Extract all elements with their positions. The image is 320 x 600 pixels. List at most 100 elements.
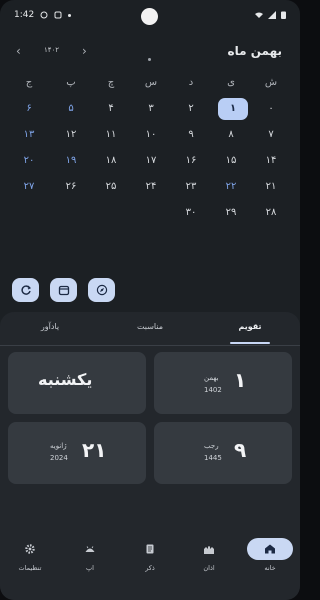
tab-occasions[interactable]: مناسبت [100, 312, 200, 344]
nav-zekr-pill [127, 538, 173, 560]
nav-home[interactable]: خانه [242, 538, 298, 588]
nav-settings-pill [7, 538, 53, 560]
weekday-label: د [188, 77, 194, 88]
refresh-button[interactable] [12, 278, 39, 302]
calendar-day[interactable]: ۲۹ [216, 202, 246, 224]
calendar-day[interactable]: ۷ [256, 124, 286, 146]
calendar-week-row: ۱۳ ۱۲ ۱۱ ۱۰ ۹ ۸ ۷ [10, 124, 290, 146]
jalali-date-card[interactable]: ۱ بهمن 1402 [154, 352, 292, 414]
calendar-week-row: ۲۷ ۲۶ ۲۵ ۲۴ ۲۳ ۲۲ ۲۱ [10, 176, 290, 198]
calendar-day[interactable]: ۲ [176, 98, 206, 120]
calendar-day[interactable]: ۲۳ [176, 176, 206, 198]
calendar-week-row: ۳۰ ۲۹ ۲۸ [10, 202, 290, 224]
calendar-day[interactable]: ۲۰ [14, 150, 44, 172]
calendar-day[interactable]: ۱۴ [256, 150, 286, 172]
calendar-day[interactable]: ۲۸ [256, 202, 286, 224]
notification-icon [40, 11, 48, 19]
nav-zekr[interactable]: ذکر [122, 538, 178, 588]
year-selector[interactable]: ۱۴۰۲ [44, 46, 59, 54]
mosque-icon [204, 546, 214, 554]
calendar-day[interactable]: ۲۷ [14, 176, 44, 198]
gregorian-date-card[interactable]: ۲۱ ژانویه 2024 [8, 422, 146, 484]
nav-settings[interactable]: تنظیمات [2, 538, 58, 588]
compass-button[interactable] [88, 278, 115, 302]
calendar-day[interactable]: ۲۶ [56, 176, 86, 198]
calendar-grid: ج پ چ س د ی ش ۶ ۵ ۴ ۳ ۲ ۱ ۰ ۱۳ ۱۲ ۱۱ ۱۰ … [10, 72, 290, 222]
hijri-date-card[interactable]: ۹ رجب 1445 [154, 422, 292, 484]
month-header: ‹ ۱۴۰۲ › بهمن ماه [0, 40, 300, 70]
nav-app-pill [67, 538, 113, 560]
calendar-day[interactable]: ۴ [96, 98, 126, 120]
weekday-name: یکشنبه [38, 370, 93, 389]
calendar-day[interactable]: ۶ [14, 98, 44, 120]
calendar-day[interactable]: ۲۵ [96, 176, 126, 198]
jalali-day: ۱ [234, 368, 247, 392]
tab-notes[interactable]: یادآور [0, 312, 100, 344]
status-bar: 1:42 [0, 0, 300, 30]
calendar-day[interactable]: ۵ [56, 98, 86, 120]
calendar-day[interactable]: ۱۵ [216, 150, 246, 172]
status-time: 1:42 [14, 10, 35, 20]
app-status-icon [54, 11, 62, 19]
date-details-sheet: تقویم مناسبت یادآور یکشنبه ۱ بهمن 1402 ۲… [0, 312, 300, 530]
calendar-day[interactable]: ۱۷ [136, 150, 166, 172]
tab-calendar[interactable]: تقویم [200, 312, 300, 344]
page-indicator-dot [148, 58, 151, 61]
calendar-day[interactable]: ۱۹ [56, 150, 86, 172]
weekday-card[interactable]: یکشنبه [8, 352, 146, 414]
calendar-week-row: ۶ ۵ ۴ ۳ ۲ ۱ ۰ [10, 98, 290, 120]
bottom-navigation: خانه اذان ذکر اپ تنظیمات [0, 530, 300, 600]
gregorian-month: ژانویه [50, 442, 67, 450]
weekday-label: پ [66, 77, 76, 88]
calendar-day[interactable]: ۱۳ [14, 124, 44, 146]
phone-screen: 1:42 ‹ ۱۴۰۲ › بهمن ماه ج پ چ س د ی ش ۶ ۵… [0, 0, 300, 600]
android-icon [85, 546, 95, 552]
home-icon [265, 544, 275, 554]
calendar-day[interactable]: ۹ [176, 124, 206, 146]
nav-azan[interactable]: اذان [181, 538, 237, 588]
nav-settings-label: تنظیمات [18, 564, 42, 572]
tab-divider [0, 345, 300, 346]
calendar-day-today[interactable]: ۱ [218, 98, 248, 120]
calendar-day[interactable]: ۲۱ [256, 176, 286, 198]
calendar-day[interactable]: ۲۴ [136, 176, 166, 198]
hijri-day: ۹ [234, 438, 247, 462]
weekday-label: ش [264, 77, 278, 88]
calendar-day[interactable]: ۱۲ [56, 124, 86, 146]
gregorian-day: ۲۱ [82, 438, 107, 462]
calendar-day[interactable]: ۲۲ [216, 176, 246, 198]
prev-month-chevron-icon[interactable]: ‹ [16, 44, 21, 58]
calendar-day[interactable]: ۱۰ [136, 124, 166, 146]
weekday-label: چ [107, 77, 115, 88]
nav-azan-label: اذان [203, 564, 215, 572]
hijri-year: 1445 [204, 454, 222, 462]
gear-icon [25, 544, 35, 554]
calendar-day[interactable]: ۰ [256, 98, 286, 120]
refresh-icon [20, 285, 31, 295]
month-title[interactable]: بهمن ماه [228, 44, 282, 58]
signal-icon [268, 11, 276, 19]
nav-home-label: خانه [264, 564, 276, 572]
go-to-date-button[interactable] [50, 278, 77, 302]
battery-icon [281, 11, 286, 19]
weekday-label: ی [227, 77, 235, 88]
weekday-label: ج [25, 77, 33, 88]
calendar-day[interactable]: ۱۶ [176, 150, 206, 172]
calendar-day[interactable]: ۱۸ [96, 150, 126, 172]
book-icon [146, 544, 154, 554]
nav-app[interactable]: اپ [62, 538, 118, 588]
compass-icon [96, 284, 107, 296]
jalali-month: بهمن [204, 374, 219, 382]
calendar-day[interactable]: ۳ [136, 98, 166, 120]
calendar-day[interactable]: ۱۱ [96, 124, 126, 146]
wifi-icon [255, 12, 263, 18]
calendar-icon [58, 285, 69, 296]
calendar-day[interactable]: ۳۰ [176, 202, 206, 224]
details-tabs: تقویم مناسبت یادآور [0, 312, 300, 344]
next-month-chevron-icon[interactable]: › [82, 44, 87, 58]
hijri-month: رجب [204, 442, 219, 450]
calendar-day[interactable]: ۸ [216, 124, 246, 146]
camera-cutout [141, 8, 158, 25]
weekday-header-row: ج پ چ س د ی ش [10, 72, 290, 94]
nav-app-label: اپ [86, 564, 94, 572]
